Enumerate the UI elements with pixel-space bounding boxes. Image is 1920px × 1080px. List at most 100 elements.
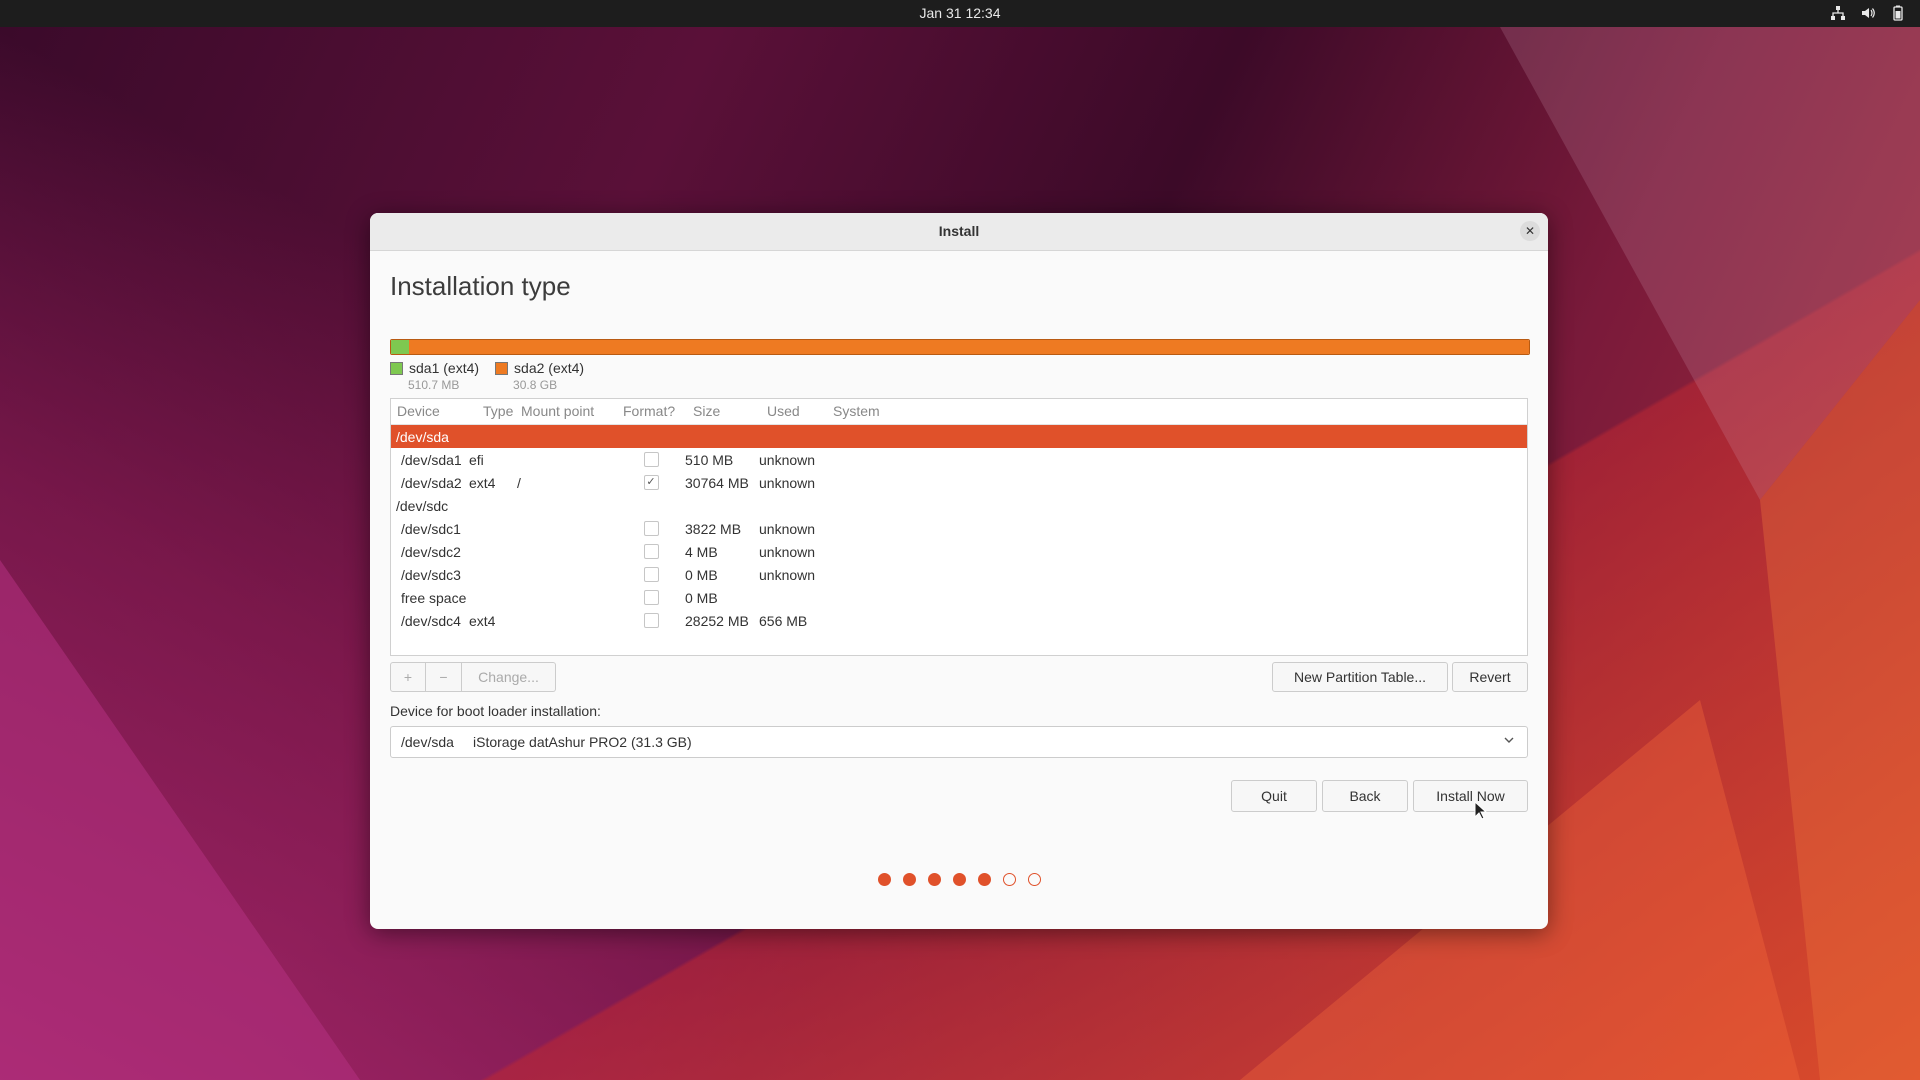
new-partition-table-button[interactable]: New Partition Table... — [1272, 662, 1448, 692]
table-header: Device Type Mount point Format? Size Use… — [391, 399, 1527, 425]
format-checkbox[interactable] — [643, 544, 659, 559]
table-row[interactable]: /dev/sda1 efi 510 MB unknown — [391, 448, 1527, 471]
close-icon: ✕ — [1524, 224, 1536, 238]
legend-swatch-sda1 — [390, 361, 403, 375]
legend-item-sda2: sda2 (ext4) 30.8 GB — [495, 360, 584, 392]
revert-button[interactable]: Revert — [1452, 662, 1528, 692]
format-checkbox[interactable]: ✓ — [643, 475, 659, 490]
header-type[interactable]: Type — [469, 399, 521, 424]
cell-size: 28252 MB — [685, 612, 749, 629]
cell-size: 0 MB — [685, 589, 718, 606]
cell-size: 0 MB — [685, 566, 718, 583]
progress-dot — [927, 873, 941, 886]
cell-format — [617, 590, 685, 605]
cell-device: /dev/sda2 — [401, 474, 462, 491]
header-format[interactable]: Format? — [623, 399, 693, 424]
bootloader-label: Device for boot loader installation: — [390, 703, 601, 719]
table-row[interactable]: /dev/sdc1 3822 MB unknown — [391, 517, 1527, 540]
network-icon[interactable] — [1830, 5, 1846, 21]
cell-format — [617, 521, 685, 536]
clock[interactable]: Jan 31 12:34 — [920, 5, 1001, 21]
partition-legend: sda1 (ext4) 510.7 MB sda2 (ext4) 30.8 GB — [390, 360, 584, 392]
cell-format — [617, 452, 685, 467]
header-system[interactable]: System — [833, 399, 1527, 424]
table-row[interactable]: /dev/sdc3 0 MB unknown — [391, 563, 1527, 586]
cell-used: 656 MB — [759, 612, 808, 629]
cell-size: 4 MB — [685, 543, 718, 560]
cell-used: unknown — [759, 520, 816, 537]
legend-item-sda1: sda1 (ext4) 510.7 MB — [390, 360, 479, 392]
progress-dot — [877, 873, 891, 886]
partition-edit-buttons: + − Change... — [390, 662, 556, 692]
cell-used: unknown — [759, 451, 816, 468]
cell-device: /dev/sdc2 — [401, 543, 461, 560]
install-now-button[interactable]: Install Now — [1413, 780, 1528, 812]
cell-device: free space — [401, 589, 467, 606]
progress-dot — [1002, 873, 1016, 886]
page-title: Installation type — [390, 271, 571, 301]
header-device[interactable]: Device — [391, 399, 469, 424]
cell-device: /dev/sda1 — [401, 451, 462, 468]
progress-dot — [977, 873, 991, 886]
quit-button[interactable]: Quit — [1231, 780, 1317, 812]
cell-format — [617, 544, 685, 559]
top-bar: Jan 31 12:34 — [0, 0, 1920, 27]
remove-partition-button[interactable]: − — [426, 662, 462, 692]
cell-size: 30764 MB — [685, 474, 749, 491]
chevron-down-icon — [1503, 734, 1515, 749]
cell-used: unknown — [759, 566, 816, 583]
table-row-device[interactable]: /dev/sdc — [391, 494, 1527, 517]
legend-size: 30.8 GB — [513, 378, 558, 392]
battery-icon[interactable] — [1890, 5, 1906, 21]
format-checkbox[interactable] — [643, 613, 659, 628]
back-button[interactable]: Back — [1322, 780, 1408, 812]
table-row[interactable]: free space 0 MB — [391, 586, 1527, 609]
cell-used: unknown — [759, 474, 816, 491]
partition-bar-segment-sda2 — [409, 340, 1529, 354]
format-checkbox[interactable] — [643, 567, 659, 582]
partition-table[interactable]: Device Type Mount point Format? Size Use… — [390, 398, 1528, 656]
change-partition-button[interactable]: Change... — [462, 662, 556, 692]
system-tray[interactable] — [1830, 5, 1906, 21]
cell-size: 3822 MB — [685, 520, 742, 537]
device-name: /dev/sda — [396, 428, 449, 445]
installer-window: Install ✕ Installation type sda1 (ext4) … — [370, 213, 1548, 929]
table-row[interactable]: /dev/sdc2 4 MB unknown — [391, 540, 1527, 563]
header-size[interactable]: Size — [693, 399, 767, 424]
close-button[interactable]: ✕ — [1520, 221, 1540, 241]
header-used[interactable]: Used — [767, 399, 833, 424]
header-mount[interactable]: Mount point — [521, 399, 623, 424]
legend-label: sda1 (ext4) — [409, 360, 480, 376]
cell-used: unknown — [759, 543, 816, 560]
legend-swatch-sda2 — [495, 361, 509, 375]
title-bar[interactable]: Install ✕ — [370, 213, 1548, 251]
table-row[interactable]: /dev/sdc4 ext4 28252 MB 656 MB — [391, 609, 1527, 632]
legend-label: sda2 (ext4) — [514, 360, 585, 376]
cell-format: ✓ — [617, 475, 685, 490]
progress-dot — [952, 873, 966, 886]
format-checkbox[interactable] — [643, 590, 659, 605]
volume-icon[interactable] — [1860, 5, 1876, 21]
bootloader-device-description: iStorage datAshur PRO2 (31.3 GB) — [473, 734, 692, 750]
cell-device: /dev/sdc4 — [401, 612, 461, 629]
table-row[interactable]: /dev/sda2 ext4 / ✓ 30764 MB unknown — [391, 471, 1527, 494]
format-checkbox[interactable] — [643, 521, 659, 536]
cell-device: /dev/sdc3 — [401, 566, 461, 583]
cell-format — [617, 567, 685, 582]
bootloader-device-select[interactable]: /dev/sda iStorage datAshur PRO2 (31.3 GB… — [390, 726, 1528, 758]
cell-type: ext4 — [469, 474, 496, 491]
mouse-cursor-icon — [1474, 801, 1488, 820]
partition-bar-segment-sda1 — [391, 340, 409, 354]
progress-dot — [1027, 873, 1041, 886]
cell-type: efi — [469, 451, 484, 468]
window-title: Install — [938, 223, 980, 239]
format-checkbox[interactable] — [643, 452, 659, 467]
partition-bar — [390, 339, 1530, 355]
cell-size: 510 MB — [685, 451, 734, 468]
device-name: /dev/sdc — [396, 497, 449, 514]
progress-dot — [902, 873, 916, 886]
bootloader-device: /dev/sda — [401, 734, 454, 750]
add-partition-button[interactable]: + — [390, 662, 426, 692]
table-row-device[interactable]: /dev/sda — [391, 425, 1527, 448]
cell-format — [617, 613, 685, 628]
